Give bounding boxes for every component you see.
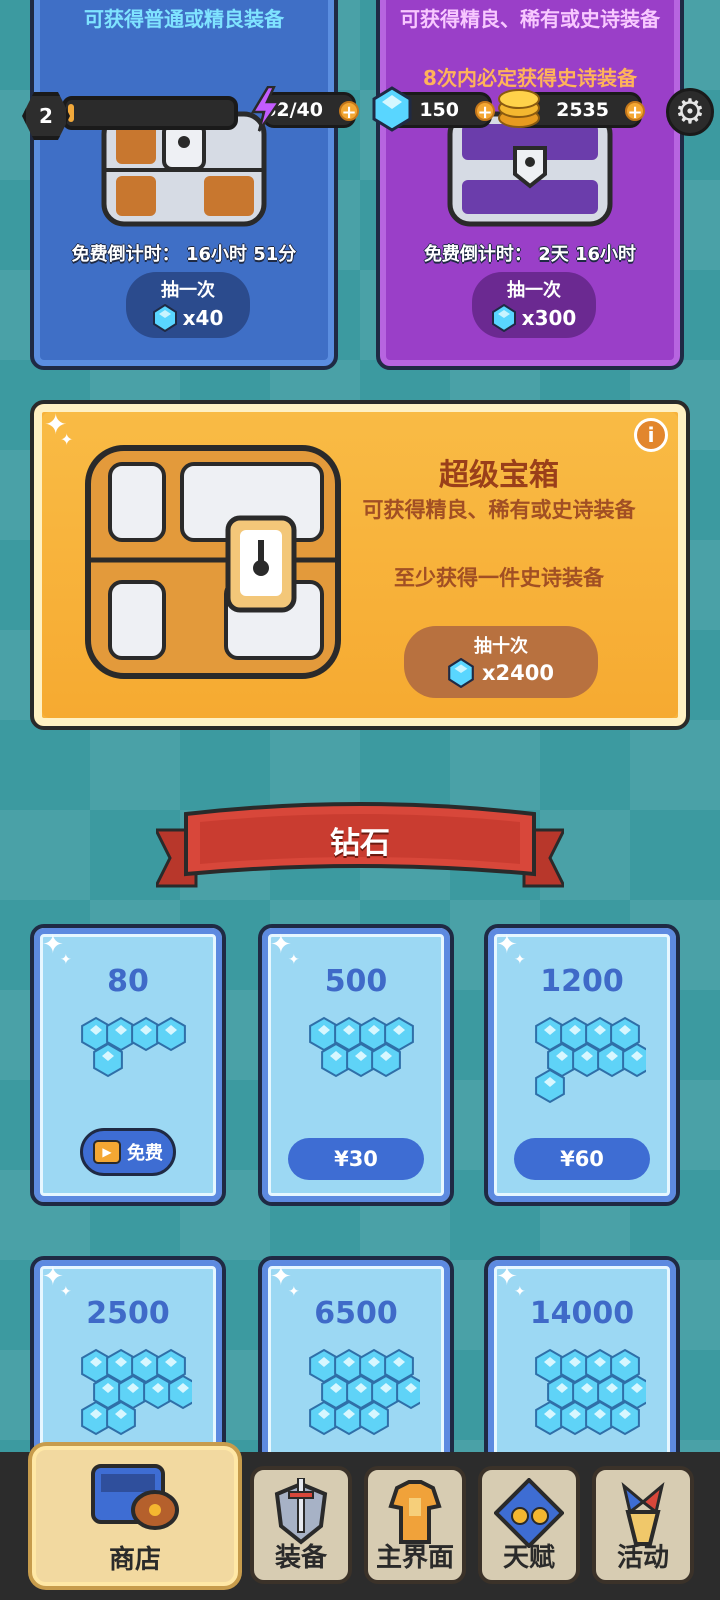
epic-chest-guarantee: 8次内必定获得史诗装备 bbox=[423, 66, 637, 90]
bottom-nav: 商店 装备 主界面 天赋 活动 bbox=[0, 1446, 720, 1600]
gem-icon bbox=[372, 86, 412, 132]
draw-label: 抽一次 bbox=[161, 280, 215, 301]
tab-label: 主界面 bbox=[375, 1543, 454, 1573]
draw-cost: x2400 bbox=[482, 661, 554, 685]
tab-label: 活动 bbox=[616, 1543, 669, 1573]
draw-cost: x40 bbox=[182, 306, 224, 330]
tab-shop[interactable]: 商店 bbox=[32, 1446, 238, 1586]
normal-chest-timer: 免费倒计时： 16小时 51分 bbox=[71, 244, 297, 265]
gem-icon bbox=[448, 658, 474, 688]
diamond-pack-card[interactable]: ✦ ✦ 1200 ¥60 bbox=[484, 924, 680, 1206]
tab-talent[interactable]: 天赋 bbox=[478, 1466, 580, 1584]
diamond-amount: 80 bbox=[107, 964, 149, 999]
diamond-pile-icon bbox=[81, 1348, 192, 1436]
coin-stack-icon bbox=[498, 89, 540, 128]
draw-label: 抽十次 bbox=[474, 636, 528, 657]
epic-chest-timer: 免费倒计时： 2天 16小时 bbox=[423, 244, 637, 265]
normal-chest-draw-button[interactable]: 抽一次 x40 bbox=[126, 272, 250, 338]
normal-chest-card[interactable]: 可获得普通或精良装备 免费倒计时： 16小时 51分 抽一次 x40 bbox=[30, 0, 338, 370]
xp-bar-fill bbox=[68, 104, 74, 122]
diamond-pack-card[interactable]: ✦ ✦ 80 ▶ 免费 bbox=[30, 924, 226, 1206]
settings-gear-icon[interactable]: ⚙ bbox=[666, 88, 714, 136]
draw-label: 抽一次 bbox=[507, 280, 561, 301]
diamond-pack-card[interactable]: ✦ ✦ 500 ¥30 bbox=[258, 924, 454, 1206]
gem-icon bbox=[491, 304, 516, 332]
diamond-amount: 14000 bbox=[529, 1296, 635, 1331]
section-title: 钻石 bbox=[330, 826, 390, 861]
diamond-amount: 6500 bbox=[314, 1296, 398, 1331]
section-ribbon: 钻石 bbox=[156, 800, 564, 900]
gem-icon bbox=[152, 304, 177, 332]
diamond-pile-icon bbox=[309, 1348, 420, 1436]
video-ad-icon: ▶ bbox=[93, 1140, 121, 1164]
energy-plus-button[interactable]: + bbox=[339, 101, 359, 122]
tab-label: 天赋 bbox=[502, 1543, 555, 1573]
gem-value: 150 bbox=[419, 99, 459, 121]
gold-chest-icon bbox=[85, 445, 341, 679]
normal-chest-desc: 可获得普通或精良装备 bbox=[84, 7, 284, 31]
super-chest-card[interactable]: ✦ ✦ i 超级宝箱 可获得精良、稀有或史诗装备 至少获得一件史诗装备 抽十次 … bbox=[30, 400, 690, 730]
diamond-pile-icon bbox=[535, 1016, 646, 1104]
xp-bar bbox=[62, 96, 238, 130]
coin-plus-button[interactable]: + bbox=[625, 101, 645, 122]
diamond-pile-icon bbox=[535, 1348, 646, 1436]
super-chest-desc: 可获得精良、稀有或史诗装备 bbox=[362, 498, 636, 522]
epic-chest-desc: 可获得精良、稀有或史诗装备 bbox=[400, 7, 660, 31]
watch-ad-free-button[interactable]: ▶ 免费 bbox=[80, 1128, 176, 1176]
buy-price-button[interactable]: ¥30 bbox=[288, 1138, 424, 1180]
tab-label: 商店 bbox=[108, 1545, 161, 1575]
super-chest-guarantee: 至少获得一件史诗装备 bbox=[394, 566, 604, 590]
info-button[interactable]: i bbox=[634, 418, 668, 452]
diamond-amount: 1200 bbox=[540, 964, 624, 999]
sparkle-icon: ✦ bbox=[60, 430, 74, 449]
coin-value: 2535 bbox=[556, 99, 609, 121]
super-chest-title: 超级宝箱 bbox=[439, 458, 559, 493]
tab-label: 装备 bbox=[274, 1543, 327, 1573]
shop-chest-icon bbox=[91, 1464, 179, 1530]
buy-price-button[interactable]: ¥60 bbox=[514, 1138, 650, 1180]
diamond-pile-icon bbox=[309, 1016, 414, 1078]
lightning-icon bbox=[250, 86, 282, 132]
diamond-pile-icon bbox=[81, 1016, 186, 1078]
draw-cost: x300 bbox=[521, 306, 577, 330]
diamond-amount: 500 bbox=[324, 964, 388, 999]
epic-chest-draw-button[interactable]: 抽一次 x300 bbox=[472, 272, 596, 338]
tab-activity[interactable]: 活动 bbox=[592, 1466, 694, 1584]
epic-chest-card[interactable]: 可获得精良、稀有或史诗装备 8次内必定获得史诗装备 免费倒计时： 2天 16小时… bbox=[376, 0, 684, 370]
free-label: 免费 bbox=[127, 1143, 163, 1164]
tab-main[interactable]: 主界面 bbox=[364, 1466, 466, 1584]
diamond-amount: 2500 bbox=[86, 1296, 170, 1331]
tab-equipment[interactable]: 装备 bbox=[250, 1466, 352, 1584]
gem-plus-button[interactable]: + bbox=[475, 101, 495, 122]
super-chest-draw-button[interactable]: 抽十次 x2400 bbox=[404, 626, 598, 698]
